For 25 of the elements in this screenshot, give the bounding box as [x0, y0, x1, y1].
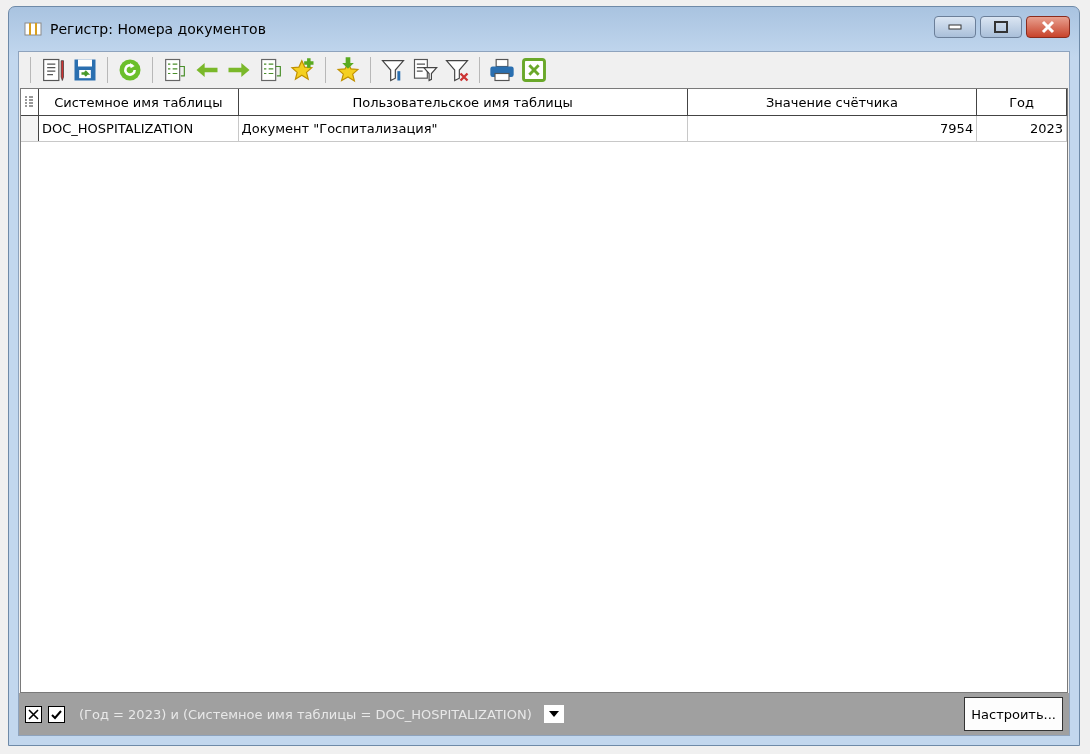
close-icon	[1040, 20, 1056, 34]
filter-checkbox[interactable]	[48, 705, 65, 723]
row-header[interactable]	[21, 116, 39, 141]
maximize-icon	[994, 21, 1008, 33]
table-cell: DOC_HOSPITALIZATION	[38, 116, 239, 141]
minimize-icon	[948, 24, 962, 30]
table-cell: Документ "Госпитализация"	[238, 116, 688, 141]
star-arrow-icon[interactable]	[334, 56, 362, 84]
table-icon	[24, 21, 42, 37]
table-cell: 2023	[977, 116, 1067, 141]
dropdown-button[interactable]	[543, 705, 564, 723]
caret-icon	[548, 711, 559, 717]
customize-button[interactable]: Настроить...	[964, 697, 1063, 731]
close-icon	[27, 707, 40, 721]
print-icon[interactable]	[488, 56, 516, 84]
filter-expression: (Год = 2023) и (Системное имя таблицы = DOC_HOSPITALIZATION)	[79, 706, 532, 722]
clear-filter-button[interactable]	[25, 705, 42, 723]
close-button[interactable]	[1026, 16, 1070, 38]
star-plus-icon[interactable]	[289, 56, 317, 84]
maximize-button[interactable]	[980, 16, 1022, 38]
minimize-button[interactable]	[934, 16, 976, 38]
window-title: Регистр: Номера документов	[50, 21, 266, 37]
row-menu-icon[interactable]	[24, 95, 35, 109]
filter-list-icon[interactable]	[411, 56, 439, 84]
table-cell: 7954	[687, 116, 978, 141]
